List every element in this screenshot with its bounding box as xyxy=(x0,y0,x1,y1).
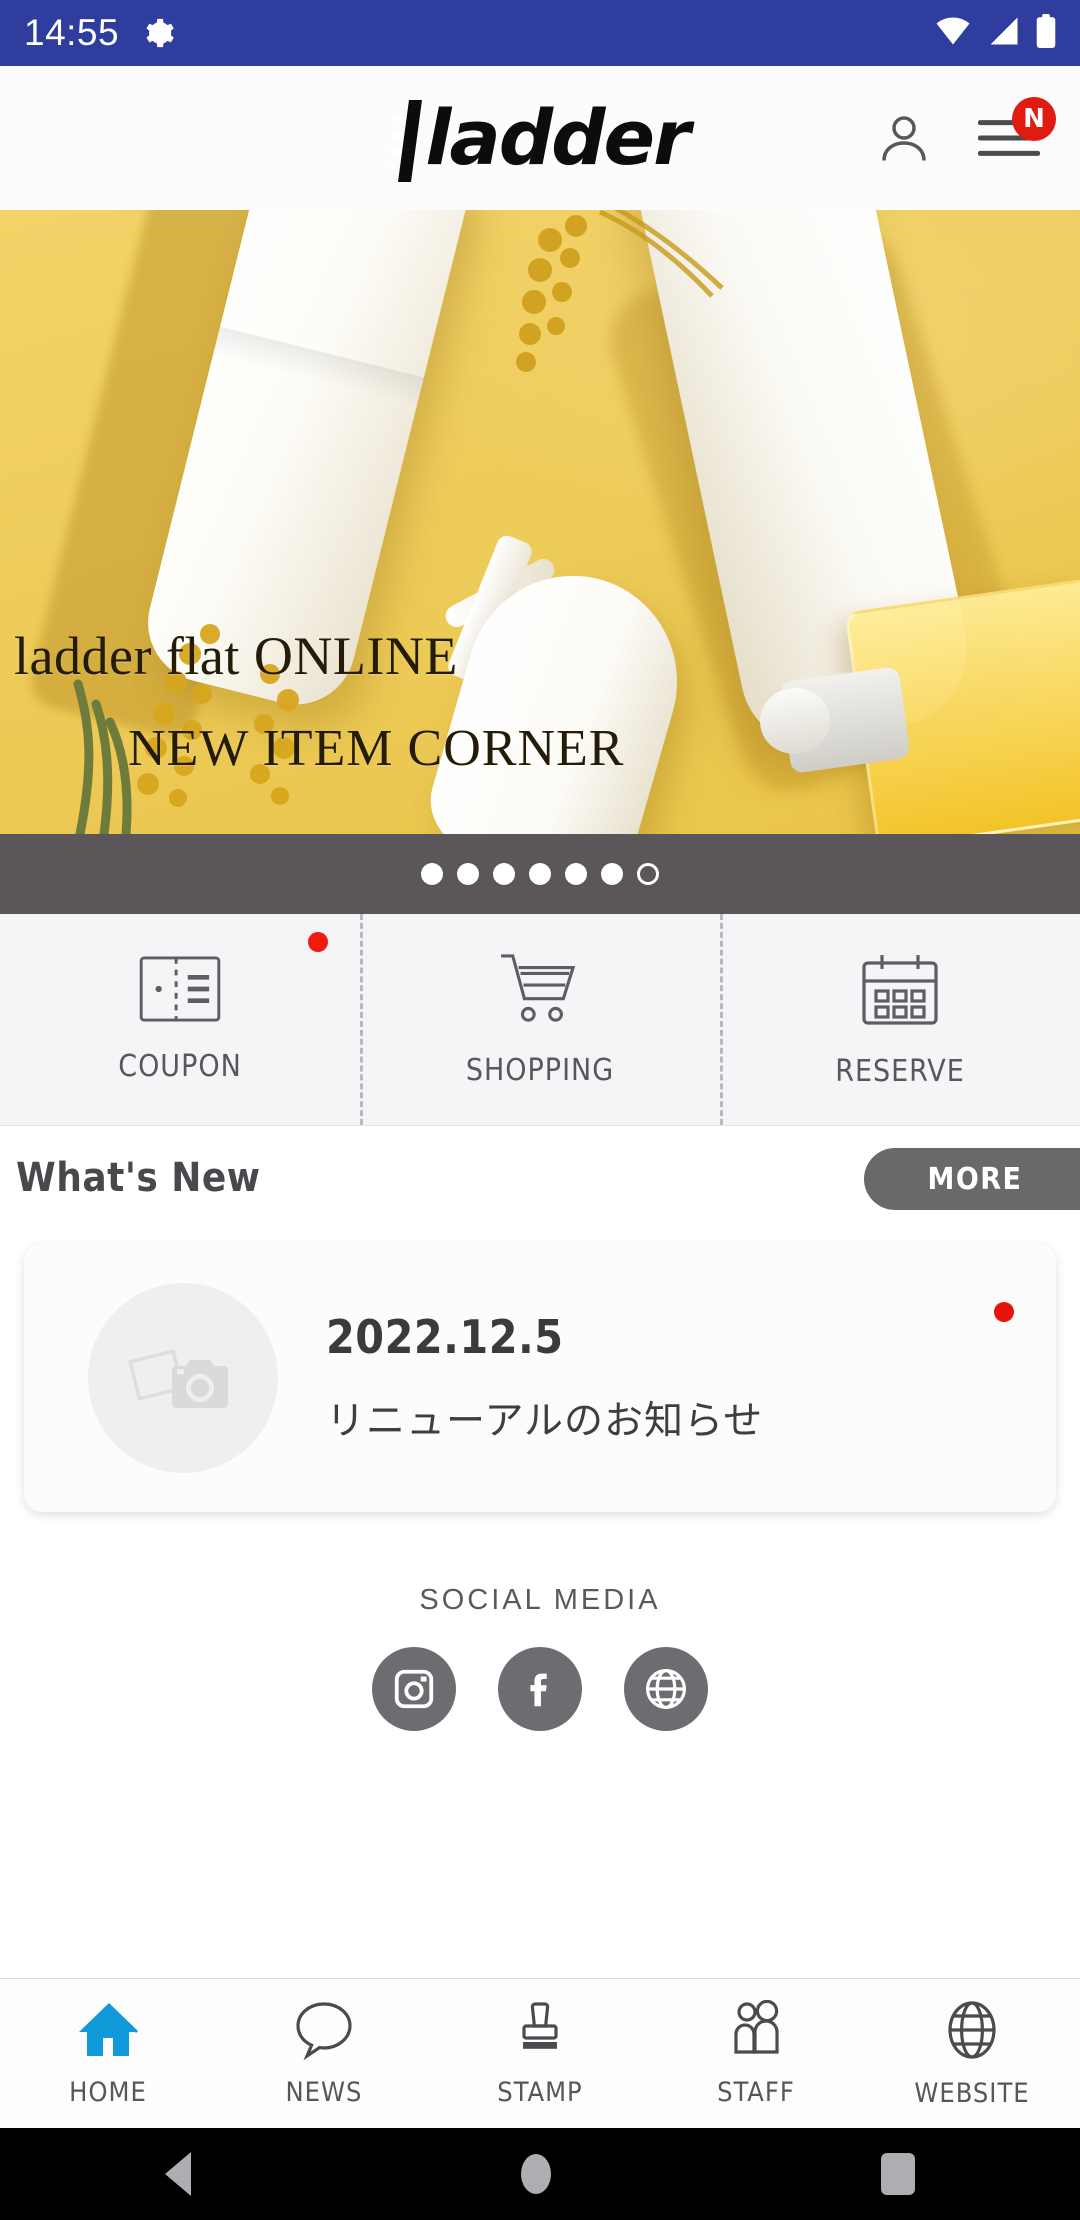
home-icon xyxy=(75,2000,141,2065)
android-system-nav xyxy=(0,2128,1080,2220)
wifi-icon xyxy=(934,16,972,51)
hero-decor-sprig-top xyxy=(516,210,724,372)
hero-caption-line2: NEW ITEM CORNER xyxy=(128,720,625,777)
news-list-item[interactable]: 2022.12.5 リニューアルのお知らせ xyxy=(24,1244,1056,1512)
speech-bubble-icon xyxy=(293,2000,355,2065)
nav-label: STAMP xyxy=(497,2076,583,2108)
nav-item-staff[interactable]: STAFF xyxy=(648,1999,864,2108)
instagram-icon[interactable] xyxy=(372,1647,456,1731)
home-circle-icon[interactable] xyxy=(521,2154,551,2194)
gear-icon xyxy=(141,16,175,50)
status-bar: 14:55 xyxy=(0,0,1080,66)
quick-action-reserve[interactable]: RESERVE xyxy=(720,914,1080,1125)
nav-label: NEWS xyxy=(285,2076,363,2108)
hero-caption: ladder flat ONLINE NEW ITEM CORNER xyxy=(0,625,1080,778)
hero-caption-line1: ladder flat ONLINE xyxy=(14,626,458,686)
globe-icon xyxy=(942,1999,1002,2066)
nav-item-stamp[interactable]: STAMP xyxy=(432,2000,648,2108)
facebook-icon[interactable] xyxy=(498,1647,582,1731)
page-title: What's New xyxy=(16,1155,261,1201)
people-icon xyxy=(725,1999,787,2065)
hamburger-menu-icon[interactable]: N xyxy=(978,97,1056,161)
logo-text: ladder xyxy=(425,93,690,182)
news-item-date: 2022.12.5 xyxy=(326,1310,564,1364)
nav-item-website[interactable]: WEBSITE xyxy=(864,1999,1080,2109)
hero-banner-carousel[interactable]: ladder flat ONLINE NEW ITEM CORNER xyxy=(0,210,1080,834)
person-icon[interactable] xyxy=(874,108,934,168)
carousel-dot[interactable] xyxy=(601,863,623,885)
battery-icon xyxy=(1036,13,1056,53)
cellular-signal-icon xyxy=(986,16,1022,51)
bottom-navigation-bar: HOME NEWS STAMP STAFF WEBSITE xyxy=(0,1978,1080,2128)
quick-action-coupon[interactable]: COUPON xyxy=(0,914,360,1125)
shopping-cart-icon xyxy=(497,952,583,1031)
status-bar-indicators xyxy=(934,13,1056,53)
carousel-dot-active[interactable] xyxy=(637,863,659,885)
nav-item-home[interactable]: HOME xyxy=(0,2000,216,2108)
app-header: ladder N xyxy=(0,66,1080,210)
calendar-icon xyxy=(860,951,940,1032)
carousel-dot[interactable] xyxy=(529,863,551,885)
whats-new-more-button[interactable]: MORE xyxy=(864,1148,1080,1210)
social-media-section: SOCIAL MEDIA xyxy=(0,1584,1080,1731)
status-bar-clock: 14:55 xyxy=(24,12,120,53)
carousel-dot[interactable] xyxy=(457,863,479,885)
carousel-dot[interactable] xyxy=(421,863,443,885)
stamp-icon xyxy=(510,2000,570,2065)
quick-action-label: RESERVE xyxy=(835,1053,965,1089)
menu-notification-badge: N xyxy=(1012,97,1056,141)
website-globe-icon[interactable] xyxy=(624,1647,708,1731)
carousel-dot[interactable] xyxy=(493,863,515,885)
news-item-title: リニューアルのお知らせ xyxy=(326,1399,764,1444)
social-media-label: SOCIAL MEDIA xyxy=(419,1584,661,1616)
photo-placeholder-icon xyxy=(88,1283,278,1473)
quick-action-label: SHOPPING xyxy=(465,1052,615,1088)
coupon-notification-dot xyxy=(308,932,328,952)
recents-icon[interactable] xyxy=(881,2153,915,2195)
quick-action-row: COUPON SHOPPING RESERVE xyxy=(0,914,1080,1126)
news-unread-dot xyxy=(994,1302,1014,1322)
app-root: 14:55 ladder N ladder flat ONLINE NEW IT… xyxy=(0,0,1080,2220)
nav-label: WEBSITE xyxy=(914,2077,1030,2109)
carousel-dot[interactable] xyxy=(565,863,587,885)
nav-label: HOME xyxy=(69,2076,147,2108)
whats-new-header: What's New MORE xyxy=(0,1126,1080,1230)
carousel-indicator-bar[interactable] xyxy=(0,834,1080,914)
quick-action-label: COUPON xyxy=(118,1048,242,1084)
quick-action-shopping[interactable]: SHOPPING xyxy=(360,914,720,1125)
nav-item-news[interactable]: NEWS xyxy=(216,2000,432,2108)
nav-label: STAFF xyxy=(717,2076,795,2108)
back-icon[interactable] xyxy=(165,2152,191,2196)
coupon-ticket-icon xyxy=(139,955,221,1027)
